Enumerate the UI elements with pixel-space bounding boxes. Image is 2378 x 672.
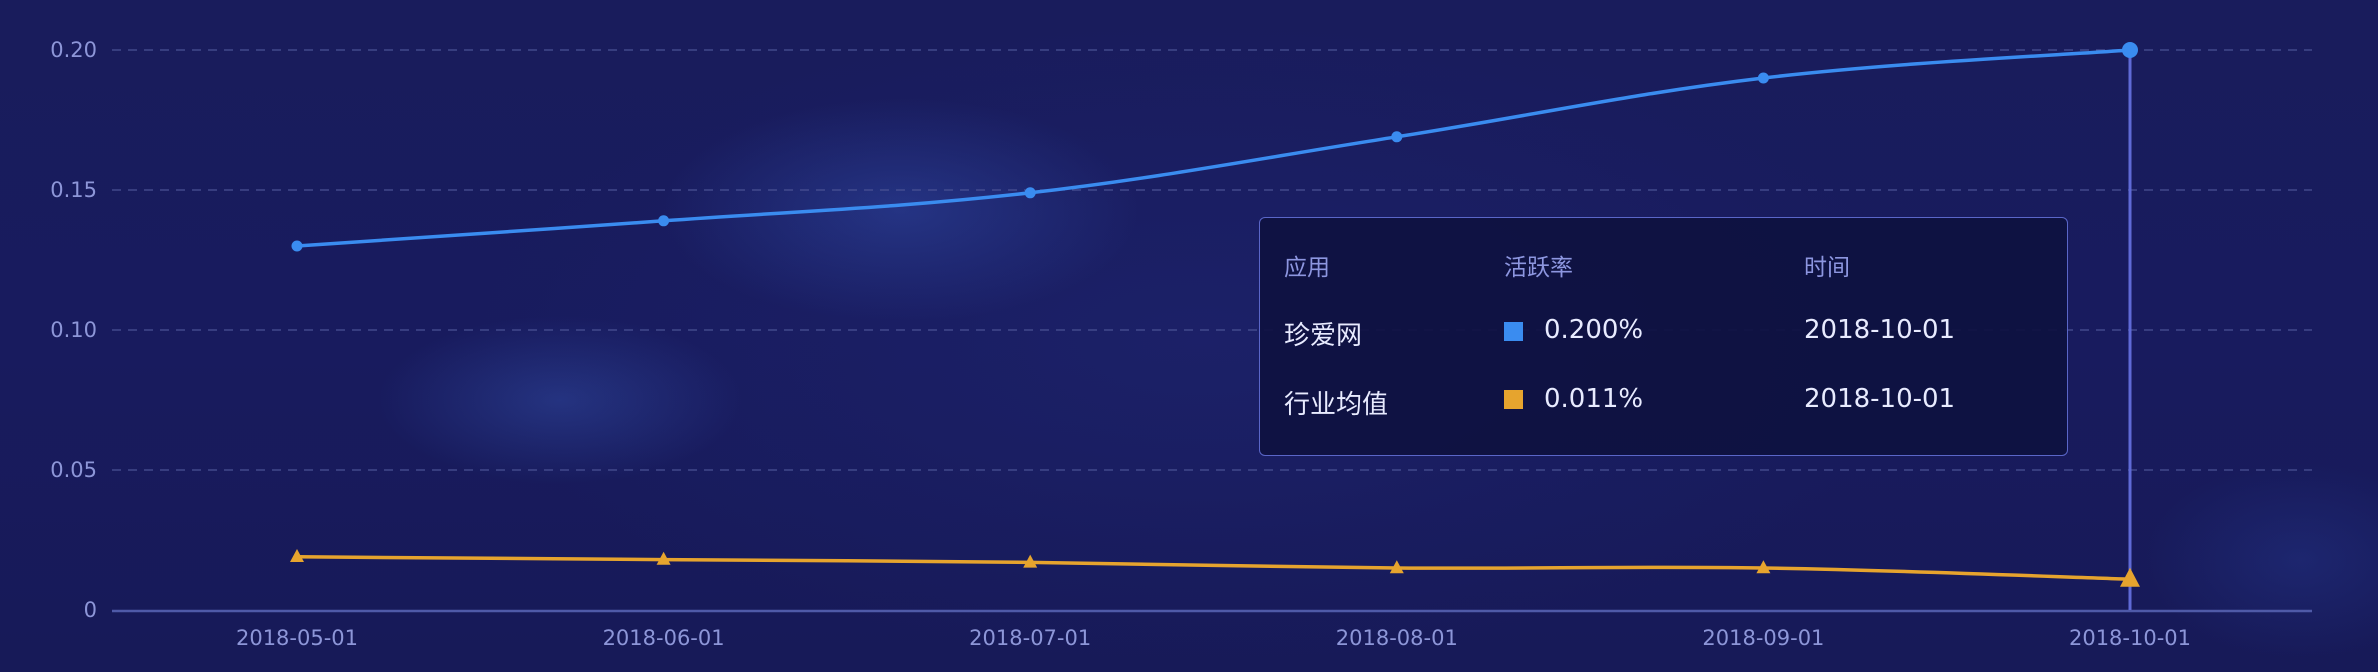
tooltip-row-time: 2018-10-01 — [1804, 315, 1956, 345]
y-tick-label: 0.20 — [50, 38, 97, 62]
data-point[interactable] — [2122, 42, 2138, 58]
tooltip-header-app: 应用 — [1284, 255, 1330, 281]
data-point[interactable] — [1391, 131, 1403, 143]
tooltip-header-rate: 活跃率 — [1504, 255, 1573, 281]
data-point[interactable] — [291, 240, 303, 252]
chart-root: 0 0.05 0.10 0.15 0.20 2018-05-01 2018-06-01 20… — [0, 0, 2378, 672]
tooltip-row-rate: 0.200% — [1544, 315, 1644, 345]
x-tick-label: 2018-06-01 — [603, 626, 725, 650]
y-axis-ticks: 0 0.05 0.10 0.15 0.20 — [50, 38, 97, 622]
x-tick-label: 2018-10-01 — [2069, 626, 2191, 650]
tooltip-row-swatch — [1504, 390, 1523, 409]
tooltip-header-time: 时间 — [1804, 255, 1850, 281]
data-point[interactable] — [1024, 187, 1036, 199]
tooltip-row-rate: 0.011% — [1544, 384, 1644, 414]
y-tick-label: 0.10 — [50, 318, 97, 342]
tooltip-row-time: 2018-10-01 — [1804, 384, 1956, 414]
x-tick-label: 2018-08-01 — [1336, 626, 1458, 650]
data-point[interactable] — [1757, 72, 1769, 84]
x-tick-label: 2018-09-01 — [1702, 626, 1824, 650]
x-axis-ticks: 2018-05-01 2018-06-01 2018-07-01 2018-08-01… — [236, 626, 2191, 650]
x-tick-label: 2018-05-01 — [236, 626, 358, 650]
tooltip-row-app: 珍爱网 — [1284, 321, 1363, 351]
series-line — [295, 555, 2132, 581]
y-tick-label: 0.15 — [50, 178, 97, 202]
y-tick-label: 0.05 — [50, 458, 97, 482]
tooltip-row-swatch — [1504, 322, 1523, 341]
tooltip-row-app: 行业均值 — [1284, 390, 1389, 420]
data-point[interactable] — [658, 215, 670, 227]
x-tick-label: 2018-07-01 — [969, 626, 1091, 650]
y-tick-label: 0 — [84, 598, 97, 622]
tooltip: 应用 活跃率 时间 珍爱网 0.200% 2018-10-01 行业均值 0.0… — [1259, 217, 2068, 456]
